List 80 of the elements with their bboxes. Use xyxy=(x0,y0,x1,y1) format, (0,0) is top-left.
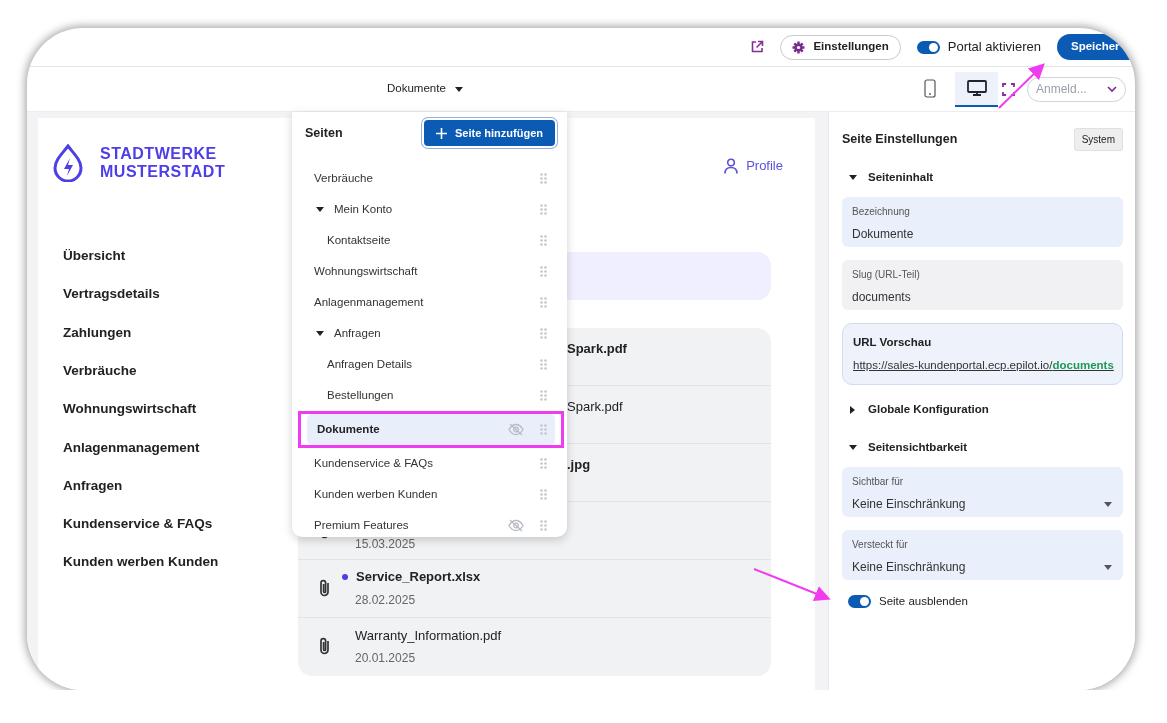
nav-link[interactable]: Anlagenmanagement xyxy=(52,428,293,467)
section-header[interactable]: Seitensichtbarkeit xyxy=(842,428,1123,467)
drag-handle-icon[interactable] xyxy=(540,390,547,401)
section-header[interactable]: Globale Konfiguration xyxy=(842,390,1123,429)
input-field[interactable]: Slug (URL-Teil) documents xyxy=(842,260,1123,310)
nav-link[interactable]: Kundenservice & FAQs xyxy=(52,505,293,544)
nav-link[interactable]: Kunden werben Kunden xyxy=(52,543,293,582)
profile-link[interactable]: Profile xyxy=(724,156,783,176)
file-name[interactable]: Spark.pdf xyxy=(567,339,627,359)
page-select[interactable]: Dokumente xyxy=(387,80,464,98)
page-item[interactable]: Mein Konto xyxy=(304,194,555,225)
file-name[interactable]: Spark.pdf xyxy=(567,397,623,417)
add-page-button[interactable]: Seite hinzufügen xyxy=(424,120,555,146)
monitor-icon xyxy=(966,80,987,96)
drag-handle-icon[interactable] xyxy=(540,489,547,500)
page-item[interactable]: Anlagenmanagement xyxy=(304,287,555,318)
page-item[interactable]: Bestellungen xyxy=(304,380,555,411)
select-field[interactable]: Sichtbar für Keine Einschränkung xyxy=(842,466,1123,517)
drag-handle-icon[interactable] xyxy=(540,458,547,469)
toggle-label: Seite ausblenden xyxy=(879,593,968,609)
nav-link[interactable]: Übersicht xyxy=(52,237,293,276)
drag-handle-icon[interactable] xyxy=(540,520,547,531)
device-tab[interactable] xyxy=(955,71,998,107)
file-date: 20.01.2025 xyxy=(355,650,417,668)
settings-button[interactable]: Einstellungen xyxy=(780,34,901,60)
drag-handle-icon[interactable] xyxy=(540,297,547,308)
url-link[interactable]: https://sales-kundenportal.ecp.epilot.io/documents xyxy=(853,359,1114,372)
dropdown-title: Seiten xyxy=(305,124,343,142)
drag-handle-icon[interactable] xyxy=(540,266,547,277)
logo-text: STADTWERKE xyxy=(100,145,218,163)
paperclip-icon xyxy=(319,637,330,656)
eye-slash-icon[interactable] xyxy=(508,519,524,532)
file-name[interactable]: .jpg xyxy=(567,455,591,475)
system-tag: System xyxy=(1073,128,1123,151)
file-date: 15.03.2025 xyxy=(355,536,416,553)
section-header[interactable]: Seiteninhalt xyxy=(842,159,1123,197)
nav-link[interactable]: Verbräuche xyxy=(52,351,293,391)
drag-handle-icon[interactable] xyxy=(540,235,547,246)
page-item[interactable]: Kontaktseite xyxy=(304,225,555,256)
caret-icon xyxy=(453,85,464,93)
select-field[interactable]: Versteckt für Keine Einschränkung xyxy=(842,529,1123,580)
lightning-drop-icon xyxy=(52,144,84,182)
chevron-down-icon xyxy=(1107,85,1117,93)
file-name[interactable]: Warranty_Information.pdf xyxy=(355,625,502,646)
drag-handle-icon[interactable] xyxy=(540,424,547,435)
drag-handle-icon[interactable] xyxy=(540,359,547,370)
eye-slash-icon[interactable] xyxy=(508,423,524,436)
portal-toggle[interactable] xyxy=(916,40,940,54)
drag-handle-icon[interactable] xyxy=(540,204,547,215)
unread-dot xyxy=(342,574,348,580)
logo-text: MUSTERSTADT xyxy=(100,163,226,181)
page-item[interactable]: Anfragen Details xyxy=(304,349,555,380)
page-item[interactable]: Kunden werben Kunden xyxy=(304,479,555,510)
page-item[interactable]: Kundenservice & FAQs xyxy=(304,448,555,479)
paperclip-icon xyxy=(319,578,330,598)
user-icon xyxy=(724,157,739,174)
drag-handle-icon[interactable] xyxy=(540,173,547,184)
page-item[interactable]: Wohnungswirtschaft xyxy=(304,256,555,287)
nav-link[interactable]: Vertragsdetails xyxy=(52,275,293,314)
nav-link[interactable]: Anfragen xyxy=(52,466,293,506)
gear-icon xyxy=(792,40,806,54)
phone-icon xyxy=(923,78,936,98)
page-item[interactable]: Verbräuche xyxy=(304,163,555,194)
caret-icon xyxy=(1103,499,1113,508)
caret-icon xyxy=(1103,562,1113,571)
plus-icon xyxy=(436,127,447,139)
hide-page-toggle[interactable] xyxy=(848,594,871,608)
nav-link[interactable]: Wohnungswirtschaft xyxy=(52,390,293,429)
page-item[interactable]: Anfragen xyxy=(304,318,555,349)
toggle-label: Portal aktivieren xyxy=(947,38,1041,57)
input-field[interactable]: Bezeichnung Dokumente xyxy=(842,197,1123,247)
file-date: 28.02.2025 xyxy=(355,591,417,609)
fullscreen-icon[interactable] xyxy=(1002,82,1015,96)
panel-title: Seite Einstellungen xyxy=(842,131,958,149)
file-name[interactable]: Service_Report.xlsx xyxy=(356,567,481,587)
drag-handle-icon[interactable] xyxy=(540,328,547,339)
nav-link[interactable]: Zahlungen xyxy=(52,313,293,352)
external-link-icon[interactable] xyxy=(750,40,765,54)
page-item[interactable]: Dokumente xyxy=(307,414,555,445)
url-preview-label: URL Vorschau xyxy=(853,335,933,350)
